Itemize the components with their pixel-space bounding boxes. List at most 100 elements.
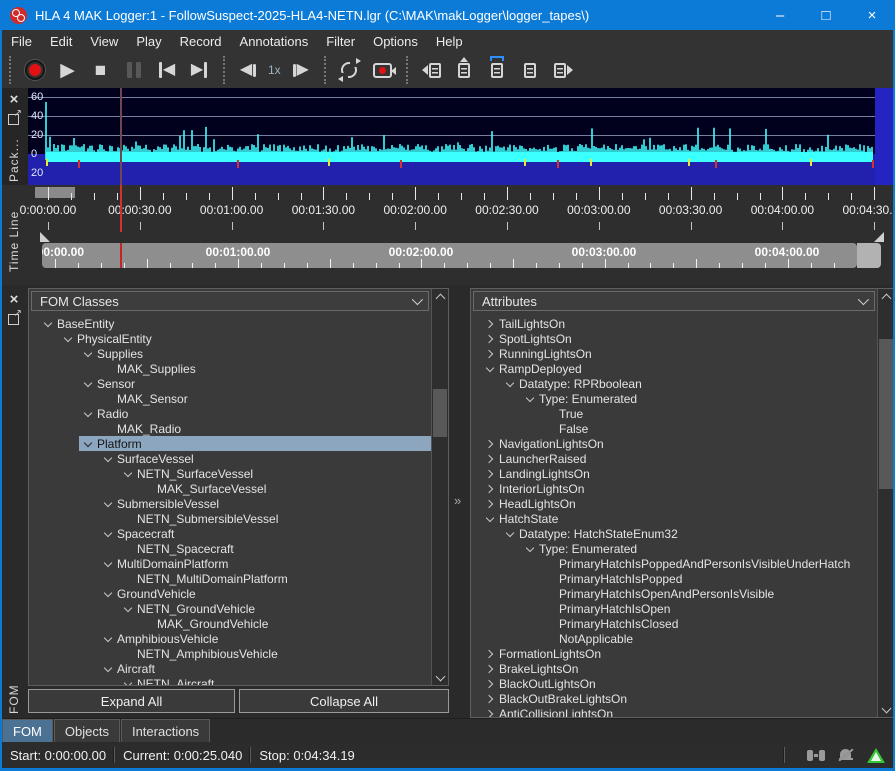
chevron-down-icon[interactable]	[59, 337, 77, 341]
chevron-down-icon[interactable]	[501, 382, 519, 386]
tree-item-baseentity[interactable]: BaseEntity	[39, 316, 431, 331]
tree-item-netn-surfacevessel[interactable]: NETN_SurfaceVessel	[119, 466, 431, 481]
chevron-down-icon[interactable]	[79, 442, 97, 446]
chevron-down-icon[interactable]	[39, 322, 57, 326]
chevron-right-icon[interactable]	[481, 471, 499, 477]
maximize-button[interactable]: □	[803, 0, 849, 30]
chevron-down-icon[interactable]	[99, 562, 117, 566]
chevron-down-icon[interactable]	[99, 637, 117, 641]
chevron-right-icon[interactable]	[481, 441, 499, 447]
tree-item-aircraft[interactable]: Aircraft	[99, 661, 431, 676]
chevron-down-icon[interactable]	[99, 592, 117, 596]
menu-item-help[interactable]: Help	[427, 32, 472, 51]
tree-item-netn-amphibiousvehicle[interactable]: NETN_AmphibiousVehicle	[119, 646, 431, 661]
tree-item-platform[interactable]: Platform	[79, 436, 431, 451]
menu-item-record[interactable]: Record	[171, 32, 231, 51]
ruler-scroll-handle[interactable]	[35, 187, 75, 198]
chevron-right-icon[interactable]	[481, 711, 499, 717]
tree-item-supplies[interactable]: Supplies	[79, 346, 431, 361]
chevron-down-icon[interactable]	[79, 412, 97, 416]
tree-item-headlightson[interactable]: HeadLightsOn	[481, 496, 877, 511]
tree-item-blackoutlightson[interactable]: BlackOutLightsOn	[481, 676, 877, 691]
chevron-down-icon[interactable]	[99, 532, 117, 536]
chevron-down-icon[interactable]	[79, 382, 97, 386]
slower-button[interactable]: ◀	[232, 54, 265, 86]
stop-button[interactable]: ■	[84, 54, 117, 86]
packet-panel-close-icon[interactable]: ×	[6, 91, 22, 107]
chevron-down-icon[interactable]	[501, 532, 519, 536]
chevron-right-icon[interactable]	[481, 651, 499, 657]
loop-button[interactable]	[333, 54, 366, 86]
chevron-down-icon[interactable]	[99, 457, 117, 461]
tree-item-multidomainplatform[interactable]: MultiDomainPlatform	[99, 556, 431, 571]
scrollbar-thumb[interactable]	[879, 339, 893, 489]
eject-tape-button[interactable]	[448, 54, 481, 86]
tree-item-primaryhatchisopenandpersonisvisible[interactable]: PrimaryHatchIsOpenAndPersonIsVisible	[541, 586, 877, 601]
tree-item-primaryhatchispopped[interactable]: PrimaryHatchIsPopped	[541, 571, 877, 586]
record-video-button[interactable]	[366, 54, 399, 86]
tree-item-mak-supplies[interactable]: MAK_Supplies	[99, 361, 431, 376]
tree-item-datatype-hatchstateenum32[interactable]: Datatype: HatchStateEnum32	[501, 526, 877, 541]
tree-item-netn-spacecraft[interactable]: NETN_Spacecraft	[119, 541, 431, 556]
notifications-muted-icon[interactable]	[839, 749, 853, 761]
tree-item-brakelightson[interactable]: BrakeLightsOn	[481, 661, 877, 676]
tree-item-datatype-rprboolean[interactable]: Datatype: RPRboolean	[501, 376, 877, 391]
tree-item-rampdeployed[interactable]: RampDeployed	[481, 361, 877, 376]
tree-item-launcherraised[interactable]: LauncherRaised	[481, 451, 877, 466]
skip-to-end-button[interactable]: ▶	[183, 54, 216, 86]
fom-classes-combobox[interactable]: FOM Classes	[31, 291, 429, 311]
tree-item-interiorlightson[interactable]: InteriorLightsOn	[481, 481, 877, 496]
tree-item-hatchstate[interactable]: HatchState	[481, 511, 877, 526]
tree-item-runninglightson[interactable]: RunningLightsOn	[481, 346, 877, 361]
chevron-down-icon[interactable]	[119, 682, 137, 686]
waveform-playhead[interactable]	[120, 88, 122, 185]
tree-item-mak-radio[interactable]: MAK_Radio	[99, 421, 431, 436]
chevron-down-icon[interactable]	[99, 502, 117, 506]
tree-item-spacecraft[interactable]: Spacecraft	[99, 526, 431, 541]
timeline-ruler[interactable]: 0:00:00.0000:01:00.0000:02:00.0000:03:00…	[28, 185, 893, 285]
chevron-down-icon[interactable]	[521, 397, 539, 401]
tree-item-anticollisionlightson[interactable]: AntiCollisionLightsOn	[481, 706, 877, 717]
tree-item-navigationlightson[interactable]: NavigationLightsOn	[481, 436, 877, 451]
menu-item-filter[interactable]: Filter	[317, 32, 364, 51]
attributes-combobox[interactable]: Attributes	[473, 291, 875, 311]
tree-item-mak-groundvehicle[interactable]: MAK_GroundVehicle	[139, 616, 431, 631]
menu-item-view[interactable]: View	[81, 32, 127, 51]
chevron-right-icon[interactable]	[481, 696, 499, 702]
chevron-down-icon[interactable]	[119, 472, 137, 476]
play-button[interactable]: ▶	[51, 54, 84, 86]
menu-item-options[interactable]: Options	[364, 32, 427, 51]
tree-item-netn-submersiblevessel[interactable]: NETN_SubmersibleVessel	[119, 511, 431, 526]
timeline-overview-bar[interactable]: 0:00:00.0000:01:00.0000:02:00.0000:03:00…	[42, 243, 857, 268]
tree-item-primaryhatchisopen[interactable]: PrimaryHatchIsOpen	[541, 601, 877, 616]
connection-icon[interactable]	[807, 750, 825, 761]
tree-item-type-enumerated[interactable]: Type: Enumerated	[521, 391, 877, 406]
tree-item-primaryhatchisclosed[interactable]: PrimaryHatchIsClosed	[541, 616, 877, 631]
tree-item-amphibiousvehicle[interactable]: AmphibiousVehicle	[99, 631, 431, 646]
tree-item-submersiblevessel[interactable]: SubmersibleVessel	[99, 496, 431, 511]
collapse-all-button[interactable]: Collapse All	[239, 689, 449, 713]
chevron-down-icon[interactable]	[79, 352, 97, 356]
tree-item-radio[interactable]: Radio	[79, 406, 431, 421]
packet-waveform[interactable]: 604020020	[28, 88, 893, 185]
tab-objects[interactable]: Objects	[54, 719, 120, 742]
tree-item-netn-multidomainplatform[interactable]: NETN_MultiDomainPlatform	[119, 571, 431, 586]
chevron-right-icon[interactable]	[481, 336, 499, 342]
tree-item-netn-aircraft[interactable]: NETN_Aircraft	[119, 676, 431, 685]
chevron-right-icon[interactable]	[481, 321, 499, 327]
tree-item-mak-surfacevessel[interactable]: MAK_SurfaceVessel	[139, 481, 431, 496]
tree-item-taillightson[interactable]: TailLightsOn	[481, 316, 877, 331]
menu-item-play[interactable]: Play	[127, 32, 170, 51]
menu-item-edit[interactable]: Edit	[41, 32, 81, 51]
expand-all-button[interactable]: Expand All	[28, 689, 235, 713]
chevron-down-icon[interactable]	[521, 547, 539, 551]
record-button[interactable]	[18, 54, 51, 86]
chevron-right-icon[interactable]	[481, 351, 499, 357]
skip-to-start-button[interactable]: ◀	[150, 54, 183, 86]
tree-item-sensor[interactable]: Sensor	[79, 376, 431, 391]
fom-tree-scrollbar[interactable]	[431, 289, 448, 685]
tape-file-button[interactable]	[514, 54, 547, 86]
tree-item-netn-groundvehicle[interactable]: NETN_GroundVehicle	[119, 601, 431, 616]
chevron-down-icon[interactable]	[99, 667, 117, 671]
ruler-playhead[interactable]	[120, 185, 122, 232]
